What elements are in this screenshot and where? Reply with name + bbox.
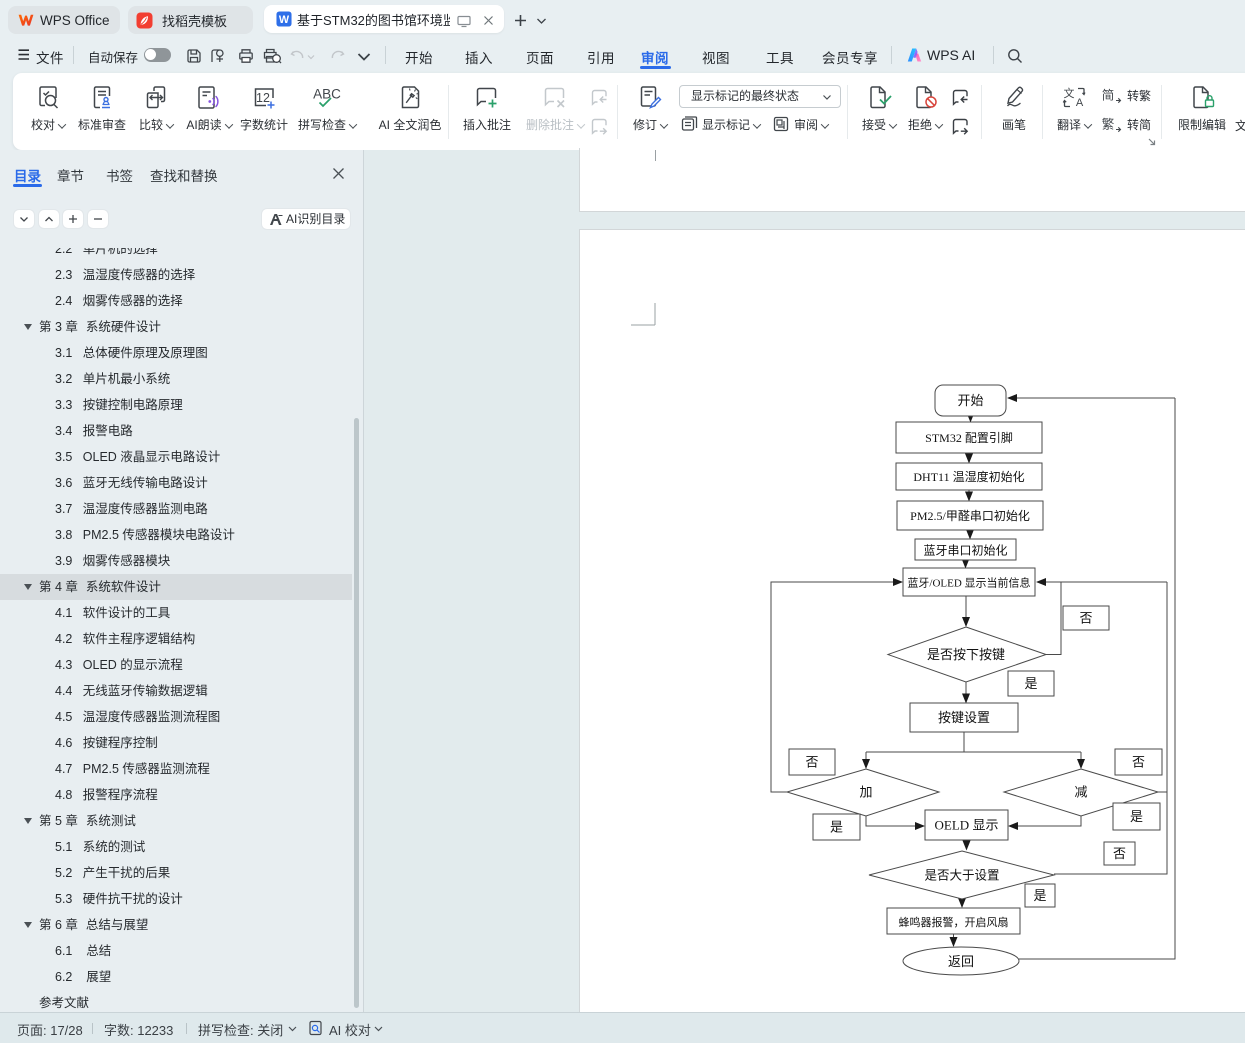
svg-text:简: 简 (1102, 89, 1115, 103)
svg-text:PM2.5/甲醛串口初始化: PM2.5/甲醛串口初始化 (910, 508, 1030, 523)
svg-text:否: 否 (1132, 755, 1145, 770)
svg-text:是: 是 (830, 820, 843, 835)
svg-text:OELD 显示: OELD 显示 (935, 818, 999, 833)
svg-text:ABC: ABC (313, 87, 341, 102)
svg-text:蓝牙串口初始化: 蓝牙串口初始化 (923, 544, 1007, 558)
svg-text:加: 加 (859, 785, 872, 800)
svg-text:返回: 返回 (948, 954, 974, 969)
svg-text:否: 否 (1113, 846, 1126, 861)
svg-text:蜂鸣器报警，开启风扇: 蜂鸣器报警，开启风扇 (899, 915, 1009, 929)
svg-text:12: 12 (256, 91, 270, 105)
svg-text:W: W (279, 14, 290, 26)
svg-text:是: 是 (1024, 676, 1037, 691)
svg-text:蓝牙/OLED 显示当前信息: 蓝牙/OLED 显示当前信息 (907, 576, 1030, 590)
svg-text:繁: 繁 (1102, 117, 1115, 132)
svg-text:是: 是 (1033, 888, 1046, 903)
svg-text:是否按下按键: 是否按下按键 (927, 647, 1005, 662)
svg-text:开始: 开始 (957, 393, 983, 408)
svg-text:STM32 配置引脚: STM32 配置引脚 (925, 430, 1013, 445)
svg-text:是: 是 (1130, 809, 1143, 824)
svg-text:DHT11 温湿度初始化: DHT11 温湿度初始化 (913, 469, 1024, 484)
svg-text:A: A (1075, 97, 1083, 109)
svg-text:否: 否 (1079, 611, 1092, 626)
svg-text:按键设置: 按键设置 (938, 710, 990, 725)
svg-text:文: 文 (1063, 86, 1074, 100)
svg-text:否: 否 (805, 755, 818, 770)
svg-text:减: 减 (1074, 785, 1087, 800)
svg-text:是否大于设置: 是否大于设置 (924, 868, 999, 883)
